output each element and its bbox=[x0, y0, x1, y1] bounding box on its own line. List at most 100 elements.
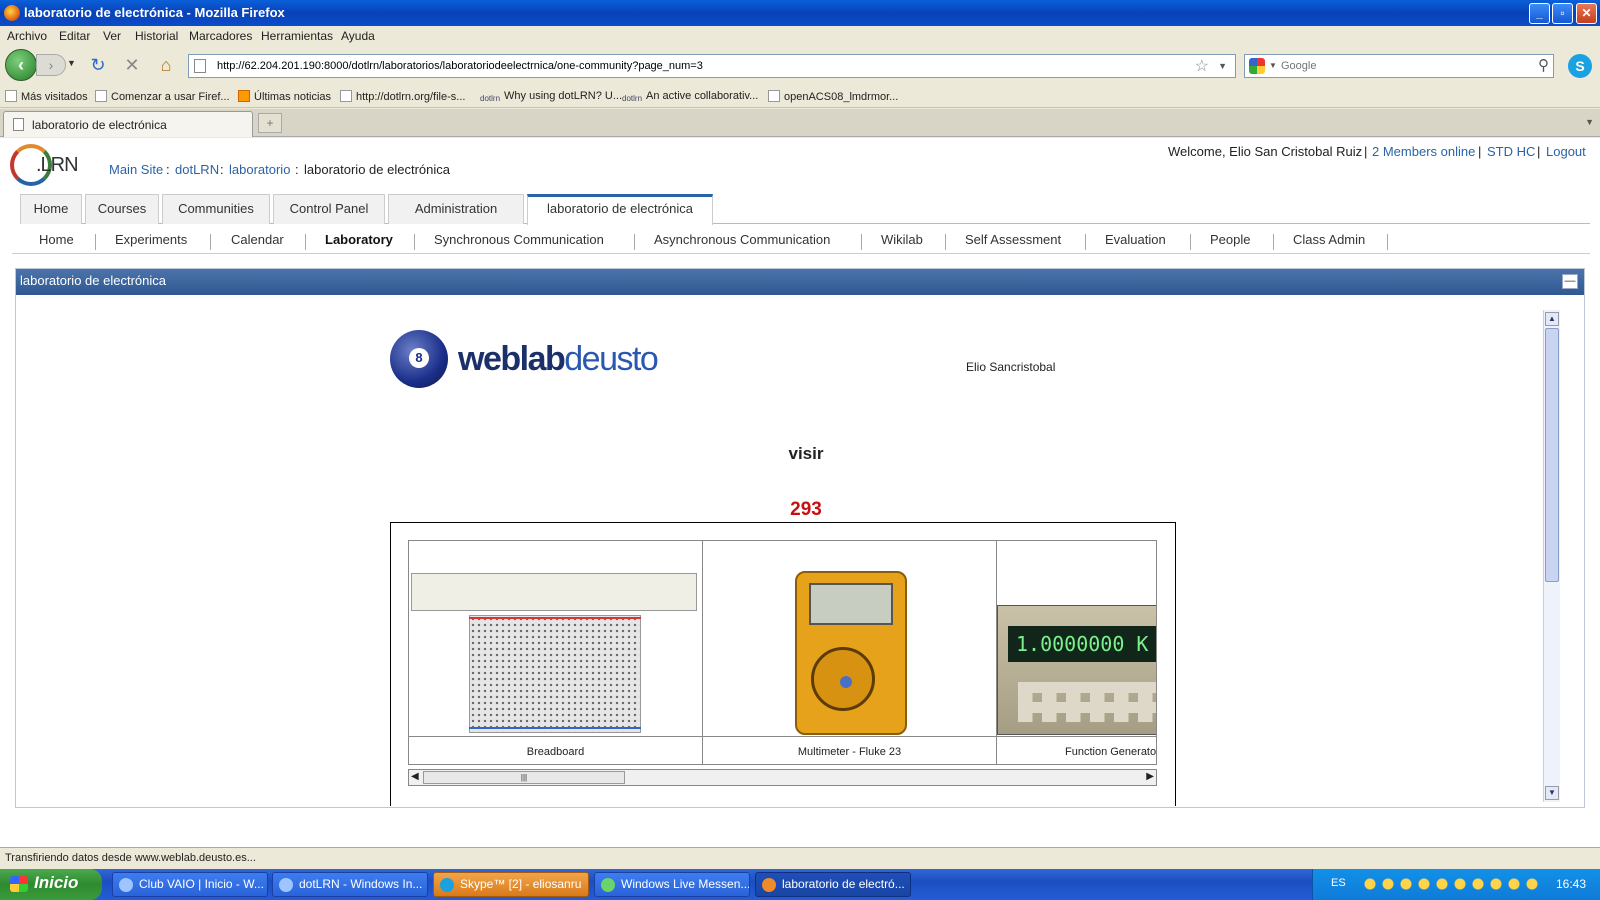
portlet-minimize-button[interactable]: — bbox=[1562, 274, 1578, 289]
horizontal-scrollbar[interactable]: ◀ ||| ▶ bbox=[408, 769, 1157, 786]
bookmark-ultimas-noticias[interactable]: Últimas noticias bbox=[238, 90, 331, 103]
menu-editar[interactable]: Editar bbox=[59, 29, 90, 43]
subtab-evaluation[interactable]: Evaluation bbox=[1105, 232, 1166, 247]
close-button[interactable]: ✕ bbox=[1576, 3, 1597, 24]
menu-historial[interactable]: Historial bbox=[135, 29, 178, 43]
new-tab-button[interactable]: + bbox=[258, 113, 282, 133]
weblab-frame: 8 weblabdeusto Elio Sancristobal visir 2… bbox=[26, 306, 1574, 806]
window-title: laboratorio de electrónica - Mozilla Fir… bbox=[24, 5, 285, 20]
status-bar: Transfiriendo datos desde www.weblab.deu… bbox=[0, 847, 1600, 869]
subtab-self-assessment[interactable]: Self Assessment bbox=[965, 232, 1061, 247]
tab-administration[interactable]: Administration bbox=[388, 194, 524, 224]
instrument-function-generator[interactable]: 1.0000000 K Function Generator bbox=[997, 541, 1156, 764]
skype-icon[interactable]: S bbox=[1568, 54, 1592, 78]
history-dropdown-icon[interactable]: ▼ bbox=[67, 58, 76, 68]
minimize-button[interactable]: _ bbox=[1529, 3, 1550, 24]
tab-laboratorio-electronica[interactable]: laboratorio de electrónica bbox=[527, 194, 713, 225]
taskbar-item-skype[interactable]: Skype™ [2] - eliosanru bbox=[433, 872, 589, 897]
instrument-breadboard[interactable]: Breadboard bbox=[409, 541, 703, 764]
vertical-scrollbar[interactable]: ▲ ▼ bbox=[1543, 310, 1560, 802]
taskbar-item-messenger[interactable]: Windows Live Messen... bbox=[594, 872, 750, 897]
experiment-name: visir bbox=[788, 444, 824, 463]
ie-icon bbox=[279, 878, 293, 892]
bookmark-openacs[interactable]: openACS08_lmdrmor... bbox=[768, 90, 898, 103]
taskbar-item-club-vaio[interactable]: Club VAIO | Inicio - W... bbox=[112, 872, 268, 897]
tab-home[interactable]: Home bbox=[20, 194, 82, 224]
logout-link[interactable]: Logout bbox=[1546, 144, 1586, 159]
subtab-asynchronous[interactable]: Asynchronous Communication bbox=[654, 232, 830, 247]
tab-title: laboratorio de electrónica bbox=[32, 118, 167, 132]
rss-icon bbox=[238, 90, 250, 102]
subtab-synchronous[interactable]: Synchronous Communication bbox=[434, 232, 604, 247]
sub-tabs: Home Experiments Calendar Laboratory Syn… bbox=[12, 226, 1590, 254]
members-online-link[interactable]: 2 Members online bbox=[1372, 144, 1475, 159]
menu-ver[interactable]: Ver bbox=[103, 29, 121, 43]
subtab-home[interactable]: Home bbox=[39, 232, 74, 247]
std-hc-link[interactable]: STD HC bbox=[1487, 144, 1535, 159]
bookmark-why-dotlrn[interactable]: dotlrn Why using dotLRN? U... bbox=[480, 90, 622, 106]
menu-archivo[interactable]: Archivo bbox=[7, 29, 47, 43]
url-dropdown-icon[interactable]: ▼ bbox=[1218, 61, 1227, 71]
forward-button[interactable]: › bbox=[36, 54, 66, 76]
scroll-left-icon[interactable]: ◀ bbox=[411, 771, 419, 782]
bookmark-mas-visitados[interactable]: Más visitados bbox=[5, 90, 88, 103]
subtab-laboratory[interactable]: Laboratory bbox=[325, 232, 393, 247]
start-button[interactable]: Inicio bbox=[0, 869, 102, 900]
brand-weblab: weblab bbox=[458, 340, 566, 378]
bookmark-active-collab[interactable]: dotlrn An active collaborativ... bbox=[622, 90, 758, 106]
taskbar-label: Windows Live Messen... bbox=[621, 877, 750, 891]
bookmark-star-icon[interactable]: ☆ bbox=[1195, 56, 1209, 76]
subtab-wikilab[interactable]: Wikilab bbox=[881, 232, 923, 247]
reload-icon[interactable]: ↻ bbox=[87, 54, 109, 76]
menu-ayuda[interactable]: Ayuda bbox=[341, 29, 375, 43]
breadcrumb-dotlrn[interactable]: dotLRN bbox=[175, 162, 219, 177]
scroll-thumb[interactable]: ||| bbox=[423, 771, 625, 784]
stop-icon[interactable]: ✕ bbox=[121, 54, 143, 76]
subtab-calendar[interactable]: Calendar bbox=[231, 232, 284, 247]
breadcrumb-main-site[interactable]: Main Site bbox=[109, 162, 163, 177]
taskbar-item-firefox[interactable]: laboratorio de electró... bbox=[755, 872, 911, 897]
dotlrn-icon: dotlrn bbox=[622, 94, 643, 103]
menu-herramientas[interactable]: Herramientas bbox=[261, 29, 333, 43]
welcome-text: Welcome, Elio San Cristobal Ruiz bbox=[1168, 144, 1363, 159]
back-button[interactable]: ‹ bbox=[5, 49, 37, 81]
bookmark-dotlrn-file[interactable]: http://dotlrn.org/file-s... bbox=[340, 90, 465, 103]
breadcrumb-laboratorio[interactable]: laboratorio bbox=[229, 162, 290, 177]
scroll-thumb[interactable] bbox=[1545, 328, 1559, 582]
menu-bar: Archivo Editar Ver Historial Marcadores … bbox=[0, 26, 1600, 46]
eight-ball-icon: 8 bbox=[390, 330, 448, 388]
language-indicator[interactable]: ES bbox=[1331, 877, 1346, 889]
user-sep: | bbox=[1537, 144, 1541, 159]
taskbar-item-dotlrn[interactable]: dotLRN - Windows In... bbox=[272, 872, 428, 897]
dotlrn-icon: dotlrn bbox=[480, 94, 501, 103]
subtab-people[interactable]: People bbox=[1210, 232, 1250, 247]
maximize-button[interactable]: ▫ bbox=[1552, 3, 1573, 24]
taskbar-label: Club VAIO | Inicio - W... bbox=[139, 877, 264, 891]
dotlrn-logo[interactable]: .LRN bbox=[10, 142, 90, 188]
search-icon[interactable]: ⚲ bbox=[1538, 56, 1549, 74]
subtab-sep bbox=[210, 234, 211, 250]
bookmark-comenzar[interactable]: Comenzar a usar Firef... bbox=[95, 90, 230, 103]
menu-marcadores[interactable]: Marcadores bbox=[189, 29, 252, 43]
subtab-experiments[interactable]: Experiments bbox=[115, 232, 187, 247]
browser-tab-active[interactable]: laboratorio de electrónica bbox=[3, 111, 253, 137]
tab-communities[interactable]: Communities bbox=[162, 194, 270, 224]
google-icon[interactable] bbox=[1249, 58, 1265, 74]
multimeter-image bbox=[795, 571, 907, 735]
tab-courses[interactable]: Courses bbox=[85, 194, 159, 224]
tab-control-panel[interactable]: Control Panel bbox=[273, 194, 385, 224]
search-input[interactable] bbox=[1281, 58, 1521, 74]
scroll-right-icon[interactable]: ▶ bbox=[1146, 771, 1154, 782]
tab-list-dropdown-icon[interactable]: ▼ bbox=[1585, 117, 1594, 127]
home-icon[interactable]: ⌂ bbox=[155, 54, 177, 76]
engine-dropdown-icon[interactable]: ▼ bbox=[1269, 61, 1277, 70]
bookmark-label: http://dotlrn.org/file-s... bbox=[356, 91, 466, 103]
subtab-sep bbox=[1085, 234, 1086, 250]
scroll-down-icon[interactable]: ▼ bbox=[1545, 786, 1559, 800]
address-bar[interactable]: http://62.204.201.190:8000/dotlrn/labora… bbox=[188, 54, 1236, 78]
subtab-class-admin[interactable]: Class Admin bbox=[1293, 232, 1365, 247]
instrument-multimeter[interactable]: Multimeter - Fluke 23 bbox=[703, 541, 997, 764]
tray-icons[interactable] bbox=[1361, 877, 1541, 891]
page-icon bbox=[194, 59, 206, 73]
scroll-up-icon[interactable]: ▲ bbox=[1545, 312, 1559, 326]
